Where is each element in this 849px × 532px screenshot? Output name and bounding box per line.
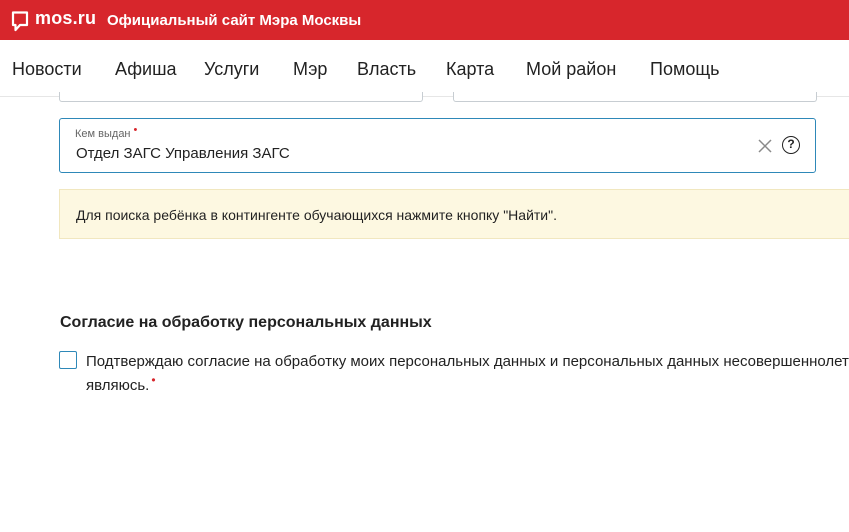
site-title[interactable]: Официальный сайт Мэра Москвы <box>107 12 361 29</box>
issued-by-value[interactable]: Отдел ЗАГС Управления ЗАГС <box>76 145 290 162</box>
nav-item-services[interactable]: Услуги <box>204 59 259 80</box>
info-message-box: Для поиска ребёнка в контингенте обучающ… <box>59 189 849 239</box>
consent-label-line2: являюсь. • <box>86 373 156 394</box>
nav-item-news[interactable]: Новости <box>12 59 82 80</box>
consent-label-line1: Подтверждаю согласие на обработку моих п… <box>86 353 849 370</box>
nav-item-mayor[interactable]: Мэр <box>293 59 327 80</box>
consent-label[interactable]: Подтверждаю согласие на обработку моих п… <box>86 350 849 398</box>
question-circle-icon[interactable]: ? <box>782 136 800 154</box>
issued-by-field[interactable]: Кем выдан • Отдел ЗАГС Управления ЗАГС ? <box>59 118 816 173</box>
nav-item-help[interactable]: Помощь <box>650 59 720 80</box>
nav-item-afisha[interactable]: Афиша <box>115 59 177 80</box>
required-marker: • <box>151 373 156 387</box>
consent-section-title: Согласие на обработку персональных данны… <box>60 314 432 331</box>
nav-item-authority[interactable]: Власть <box>357 59 416 80</box>
nav-item-map[interactable]: Карта <box>446 59 494 80</box>
main-nav: Новости Афиша Услуги Мэр Власть Карта Мо… <box>0 40 849 97</box>
speech-bubble-icon[interactable] <box>11 11 29 32</box>
input-field-partial-right[interactable] <box>453 92 817 102</box>
nav-item-my-district[interactable]: Мой район <box>526 59 616 80</box>
required-marker: • <box>133 124 138 136</box>
logo-text[interactable]: mos.ru <box>35 8 96 29</box>
close-icon[interactable] <box>758 139 772 153</box>
input-field-partial-left[interactable] <box>59 92 423 102</box>
top-header: mos.ru Официальный сайт Мэра Москвы <box>0 0 849 40</box>
issued-by-label: Кем выдан • <box>75 124 138 140</box>
info-message-text: Для поиска ребёнка в контингенте обучающ… <box>76 207 557 223</box>
consent-checkbox[interactable] <box>59 351 77 369</box>
